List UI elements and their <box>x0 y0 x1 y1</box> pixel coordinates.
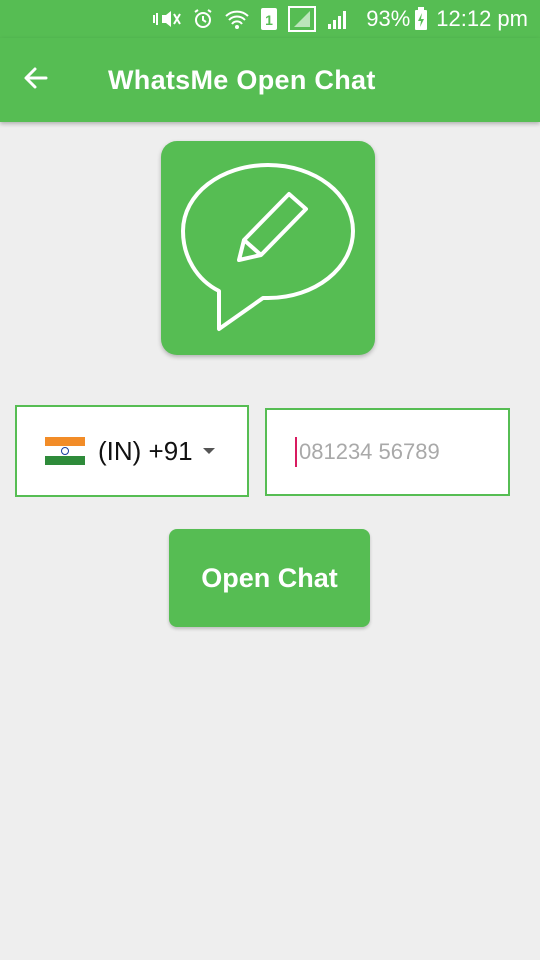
phone-number-field[interactable] <box>265 408 510 496</box>
wifi-icon <box>224 8 250 30</box>
chat-bubble-pencil-icon <box>161 163 375 359</box>
alarm-icon <box>192 8 214 30</box>
sim1-icon: 1 <box>260 7 278 31</box>
status-bar: 1 93% 12:12 pm <box>0 0 540 38</box>
vibrate-mute-icon <box>152 8 182 30</box>
app-bar: WhatsMe Open Chat <box>0 38 540 122</box>
page-title: WhatsMe Open Chat <box>108 64 376 95</box>
battery-charging-icon <box>414 7 428 31</box>
signal-icon <box>288 6 317 32</box>
phone-number-input[interactable] <box>299 439 489 465</box>
app-logo <box>161 141 375 355</box>
clock: 12:12 pm <box>436 6 528 31</box>
open-chat-button[interactable]: Open Chat <box>169 529 370 627</box>
india-flag-icon <box>45 437 85 465</box>
signal-icon-2 <box>326 8 350 30</box>
arrow-left-icon <box>22 64 50 97</box>
back-button[interactable] <box>0 38 72 122</box>
dropdown-caret-icon <box>202 448 215 454</box>
text-cursor <box>295 437 297 467</box>
country-code-picker[interactable]: (IN) +91 <box>15 405 249 497</box>
svg-text:1: 1 <box>265 12 273 28</box>
battery-percent: 93% <box>366 6 411 31</box>
country-code-label: (IN) +91 <box>98 435 193 466</box>
